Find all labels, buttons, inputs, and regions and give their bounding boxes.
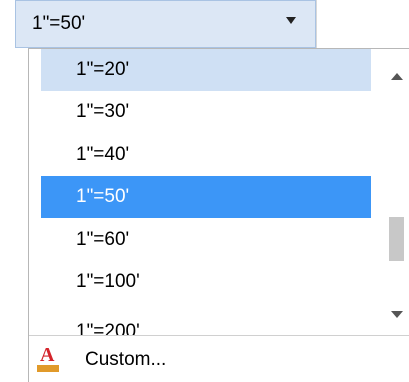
scale-option-label: 1"=20' (76, 59, 130, 80)
scale-option-1-50[interactable]: 1"=50' (41, 176, 371, 218)
scale-combobox[interactable]: 1"=50' (15, 0, 316, 48)
dropdown-arrow-icon[interactable] (286, 17, 296, 24)
scale-option-label: 1"=30' (76, 101, 130, 122)
scale-option-1-200[interactable]: 1"=200' (41, 311, 371, 335)
scale-option-label: 1"=50' (76, 186, 130, 207)
scale-option-label: 1"=40' (76, 144, 130, 165)
scale-option-label: 1"=60' (76, 229, 130, 250)
scale-combobox-value: 1"=50' (32, 13, 86, 34)
scale-option-label: 1"=200' (76, 321, 140, 335)
scale-option-1-100[interactable]: 1"=100' (41, 261, 371, 303)
scale-option-label: 1"=100' (76, 271, 140, 292)
scrollbar[interactable] (385, 49, 409, 335)
scale-option-1-20[interactable]: 1"=20' (41, 49, 371, 91)
scale-dropdown-list: 1"=20' 1"=30' 1"=40' 1"=50' 1"=60' 1"=10… (28, 48, 409, 382)
custom-scale-label: Custom... (85, 348, 167, 370)
scale-option-1-60[interactable]: 1"=60' (41, 219, 371, 261)
toolbar-separator (316, 0, 317, 48)
scale-option-1-40[interactable]: 1"=40' (41, 134, 371, 176)
scrollbar-thumb[interactable] (389, 217, 404, 261)
custom-scale-option[interactable]: A Custom... (29, 335, 409, 382)
scale-option-1-30[interactable]: 1"=30' (41, 91, 371, 133)
scroll-up-arrow-icon[interactable] (391, 73, 403, 80)
autocad-a-icon: A (37, 344, 59, 373)
scale-options: 1"=20' 1"=30' 1"=40' 1"=50' 1"=60' 1"=10… (29, 49, 381, 335)
scroll-down-arrow-icon[interactable] (391, 311, 403, 318)
